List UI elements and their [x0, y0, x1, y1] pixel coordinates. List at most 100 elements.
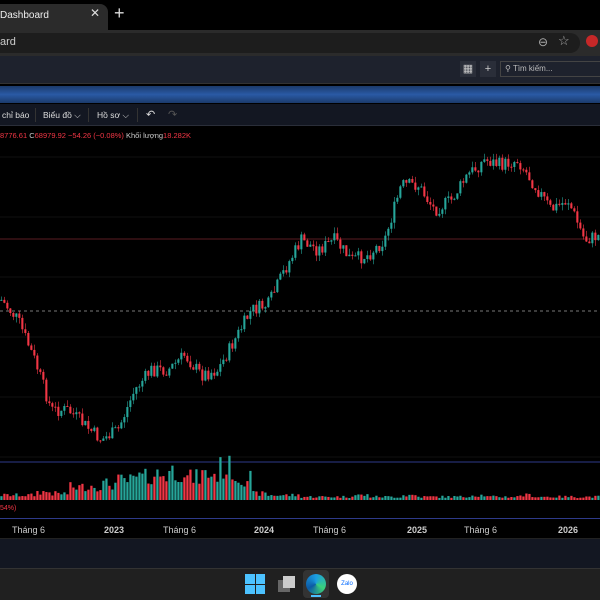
candle: [558, 203, 561, 205]
candle: [15, 313, 18, 317]
candle: [597, 234, 600, 241]
volume-bar: [48, 492, 51, 500]
volume-bar: [252, 491, 255, 500]
candle: [261, 300, 264, 309]
candle: [471, 167, 474, 173]
price-chart[interactable]: [0, 127, 600, 519]
candle: [462, 181, 465, 183]
windows-start-icon[interactable]: [245, 574, 265, 594]
candle: [588, 241, 591, 244]
volume-bar: [309, 496, 312, 500]
chart-toolbar: chỉ báo Biểu đồ ⌵ Hồ sơ ⌵ ↶ ↷: [0, 104, 600, 126]
candle: [423, 186, 426, 197]
new-tab-button[interactable]: +: [114, 3, 125, 24]
candles: [0, 153, 600, 444]
candle: [507, 158, 510, 167]
legend-close: 68979.92: [34, 131, 66, 140]
volume-bar: [546, 496, 549, 500]
indicators-button[interactable]: chỉ báo: [2, 110, 29, 120]
volume-bar: [330, 497, 333, 500]
add-button[interactable]: +: [480, 61, 496, 77]
volume-bar: [237, 482, 240, 500]
candle: [447, 196, 450, 198]
candle: [498, 157, 501, 166]
candle: [348, 254, 351, 257]
candle: [75, 412, 78, 415]
candle: [522, 169, 525, 171]
volume-bar: [555, 497, 558, 500]
time-axis[interactable]: Tháng 6 2023 Tháng 6 2024 Tháng 6 2025 T…: [0, 518, 600, 538]
candle: [570, 203, 573, 209]
candle: [594, 232, 597, 241]
volume-bar: [579, 497, 582, 500]
volume-bar: [195, 469, 198, 500]
candle: [111, 427, 114, 439]
volume-bar: [315, 497, 318, 500]
volume-bar: [249, 470, 252, 500]
volume-bar: [438, 497, 441, 500]
close-tab-icon[interactable]: ✕: [90, 6, 100, 20]
volume-bar: [3, 493, 6, 500]
favorite-star-icon[interactable]: ☆: [558, 33, 570, 49]
candle: [309, 244, 312, 247]
candle: [477, 170, 480, 173]
volume-bar: [231, 479, 234, 500]
volume-bar: [78, 485, 81, 500]
legend-change: −54.26 (−0.08%): [68, 131, 124, 140]
volume-bar: [297, 494, 300, 500]
volume-bar: [402, 495, 405, 500]
volume-bar: [489, 496, 492, 500]
redo-button[interactable]: ↷: [168, 108, 177, 121]
candle: [165, 374, 168, 376]
volume-bar: [513, 497, 516, 500]
volume-bar: [516, 496, 519, 500]
candle: [192, 367, 195, 370]
candle: [189, 361, 192, 368]
extension-icon[interactable]: [586, 35, 598, 47]
profile-label: Hồ sơ: [97, 110, 121, 120]
candle: [180, 352, 183, 360]
search-placeholder: Tìm kiếm...: [512, 64, 553, 73]
candle: [123, 417, 126, 423]
zalo-icon[interactable]: Zalo: [337, 574, 357, 594]
x-tick-label: 2025: [407, 525, 428, 535]
volume-bar: [486, 496, 489, 500]
volume-bar: [204, 470, 207, 500]
candle: [465, 174, 468, 183]
candle: [513, 162, 516, 167]
address-bar[interactable]: ard: [0, 33, 580, 53]
candle: [564, 203, 567, 205]
profile-button[interactable]: Hồ sơ ⌵: [97, 110, 129, 121]
candle: [549, 200, 552, 205]
chart-type-button[interactable]: Biểu đồ ⌵: [43, 110, 81, 121]
candle: [135, 387, 138, 394]
task-view-icon[interactable]: [276, 574, 296, 594]
candle: [435, 206, 438, 216]
volume-bar: [447, 496, 450, 500]
zoom-icon[interactable]: ⊖: [538, 35, 548, 49]
candle: [339, 239, 342, 249]
volume-bar: [471, 495, 474, 500]
volume-bar: [342, 495, 345, 500]
volume-bar: [96, 491, 99, 500]
volume-bar: [189, 469, 192, 500]
candle: [363, 258, 366, 264]
volume-bar: [33, 496, 36, 500]
volume-bar: [0, 496, 3, 500]
candle: [171, 363, 174, 369]
candle: [315, 246, 318, 256]
volume-bar: [111, 489, 114, 500]
candle: [126, 407, 129, 418]
volume-percent: 54%): [0, 505, 17, 512]
candle: [285, 270, 288, 273]
layout-grid-button[interactable]: ▦: [460, 61, 476, 77]
search-input[interactable]: ⚲ Tìm kiếm...: [500, 61, 600, 77]
candle: [567, 203, 570, 205]
candle: [198, 363, 201, 370]
volume-bar: [501, 497, 504, 500]
volume-bar: [282, 495, 285, 500]
candle: [276, 279, 279, 293]
edge-browser-icon[interactable]: [306, 574, 326, 594]
volume-bar: [276, 495, 279, 500]
undo-button[interactable]: ↶: [146, 108, 155, 121]
